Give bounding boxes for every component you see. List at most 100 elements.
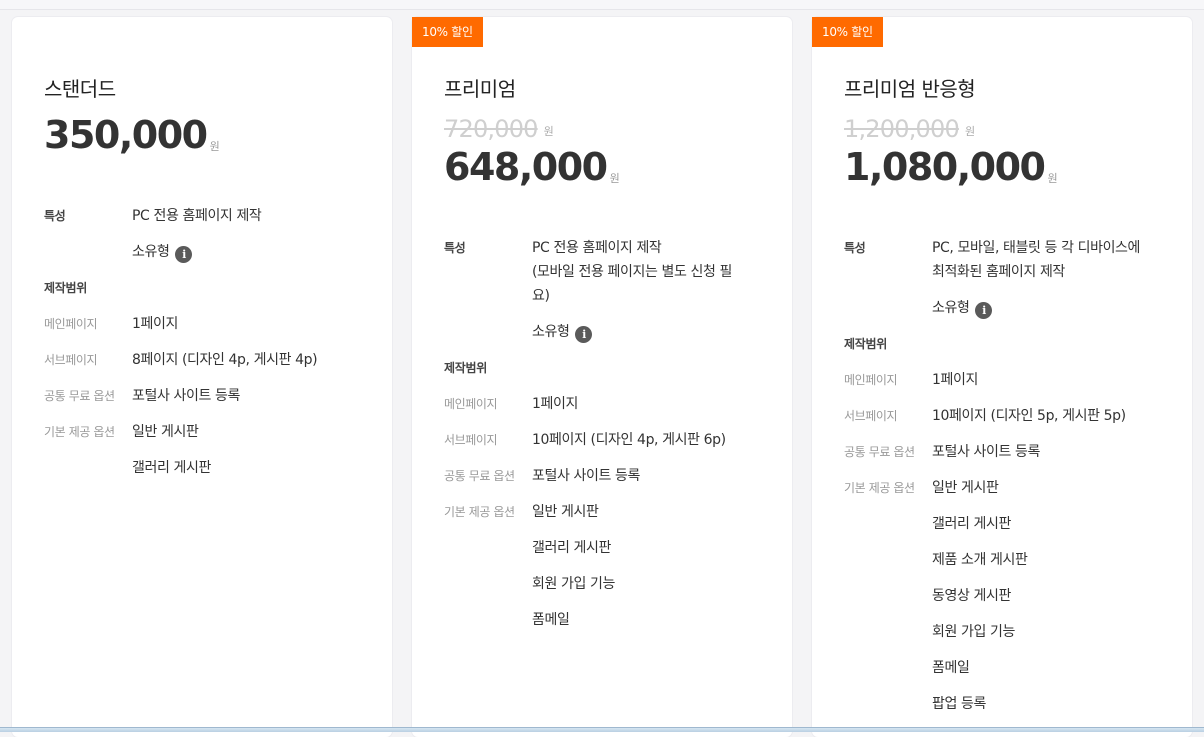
ownership-label: 소유형 [532,324,570,340]
feature-label: 특성 [44,209,66,223]
basic-option-value: 회원 가입 기능 [532,576,615,592]
window-bottom-edge [0,727,1204,732]
scope-heading: 제작범위 [44,281,87,295]
original-price: 720,000 원 [444,115,554,143]
feature-row: 특성 PC, 모바일, 태블릿 등 각 디바이스에 최적화된 홈페이지 제작 [844,236,1174,284]
basic-option-row: 기본 제공 옵션 일반 게시판 [844,476,1174,500]
common-option-value: 포털사 사이트 등록 [532,468,640,484]
plan-price: 648,000 원 [444,145,620,189]
main-page-row: 메인페이지 1페이지 [844,368,1174,392]
plan-details: 특성 PC, 모바일, 태블릿 등 각 디바이스에 최적화된 홈페이지 제작 소… [844,236,1174,728]
basic-option-row: 폼메일 [444,608,774,632]
main-page-row: 메인페이지 1페이지 [444,392,774,416]
ownership-row: 소유형 i [444,320,774,344]
info-icon[interactable]: i [575,326,593,343]
top-border [0,0,1204,10]
basic-option-row: 갤러리 게시판 [844,512,1174,536]
basic-option-value: 팝업 등록 [932,696,986,712]
basic-option-label: 기본 제공 옵션 [44,425,115,439]
common-option-label: 공통 무료 옵션 [844,445,915,459]
feature-line: 최적화된 홈페이지 제작 [932,264,1065,280]
ownership-label: 소유형 [932,300,970,316]
currency-label: 원 [209,140,220,153]
sub-page-label: 서브페이지 [844,409,898,423]
basic-option-row: 갤러리 게시판 [444,536,774,560]
plan-name: 프리미엄 반응형 [844,77,976,101]
main-page-label: 메인페이지 [844,373,898,387]
common-option-row: 공통 무료 옵션 포털사 사이트 등록 [44,384,374,408]
plan-card-standard: 스탠더드 350,000 원 특성 PC 전용 홈페이지 제작 소유형 i 제작범위… [12,17,392,737]
basic-option-value: 폼메일 [932,660,970,676]
info-icon[interactable]: i [975,302,993,319]
main-page-label: 메인페이지 [444,397,498,411]
sub-page-value: 10페이지 (디자인 4p, 게시판 6p) [532,432,726,448]
common-option-label: 공통 무료 옵션 [444,469,515,483]
basic-option-value: 일반 게시판 [532,504,599,520]
price-value: 1,080,000 [844,145,1046,189]
original-price-value: 720,000 [444,115,538,143]
basic-option-row: 동영상 게시판 [844,584,1174,608]
feature-value: PC, 모바일, 태블릿 등 각 디바이스에 최적화된 홈페이지 제작 [932,236,1174,284]
plan-name: 스탠더드 [44,77,116,101]
common-option-row: 공통 무료 옵션 포털사 사이트 등록 [444,464,774,488]
basic-option-value: 갤러리 게시판 [132,460,211,476]
feature-value: PC 전용 홈페이지 제작 (모바일 전용 페이지는 별도 신청 필 요) [532,236,774,308]
feature-row: 특성 PC 전용 홈페이지 제작 [44,204,374,228]
info-icon[interactable]: i [175,246,193,263]
ownership-row: 소유형 i [44,240,374,264]
main-page-value: 1페이지 [532,396,578,412]
currency-label: 원 [964,125,975,138]
sub-page-value: 10페이지 (디자인 5p, 게시판 5p) [932,408,1126,424]
main-page-value: 1페이지 [132,316,178,332]
common-option-row: 공통 무료 옵션 포털사 사이트 등록 [844,440,1174,464]
plan-details: 특성 PC 전용 홈페이지 제작 (모바일 전용 페이지는 별도 신청 필 요)… [444,236,774,644]
feature-line: PC 전용 홈페이지 제작 [532,240,662,256]
scope-heading: 제작범위 [844,337,887,351]
sub-page-value: 8페이지 (디자인 4p, 게시판 4p) [132,352,318,368]
sub-page-row: 서브페이지 10페이지 (디자인 4p, 게시판 6p) [444,428,774,452]
basic-option-value: 갤러리 게시판 [932,516,1011,532]
price-value: 648,000 [444,145,608,189]
original-price: 1,200,000 원 [844,115,975,143]
feature-label: 특성 [844,241,866,255]
basic-option-row: 기본 제공 옵션 일반 게시판 [444,500,774,524]
sub-page-label: 서브페이지 [444,433,498,447]
basic-option-value: 제품 소개 게시판 [932,552,1028,568]
basic-option-row: 갤러리 게시판 [44,456,374,480]
ownership-label: 소유형 [132,244,170,260]
plan-card-premium: 10% 할인 프리미엄 720,000 원 648,000 원 특성 PC 전용 홈… [412,17,792,737]
sub-page-row: 서브페이지 10페이지 (디자인 5p, 게시판 5p) [844,404,1174,428]
original-price-value: 1,200,000 [844,115,960,143]
feature-row: 특성 PC 전용 홈페이지 제작 (모바일 전용 페이지는 별도 신청 필 요) [444,236,774,308]
currency-label: 원 [543,125,554,138]
basic-option-label: 기본 제공 옵션 [844,481,915,495]
feature-value: PC 전용 홈페이지 제작 [132,208,262,224]
common-option-label: 공통 무료 옵션 [44,389,115,403]
basic-option-value: 일반 게시판 [132,424,199,440]
feature-label: 특성 [444,241,466,255]
feature-line: 요) [532,288,550,304]
feature-line: PC, 모바일, 태블릿 등 각 디바이스에 [932,240,1141,256]
basic-option-value: 폼메일 [532,612,570,628]
discount-badge: 10% 할인 [412,17,483,47]
basic-option-value: 동영상 게시판 [932,588,1011,604]
scope-heading: 제작범위 [444,361,487,375]
basic-option-value: 갤러리 게시판 [532,540,611,556]
main-page-label: 메인페이지 [44,317,98,331]
plan-details: 특성 PC 전용 홈페이지 제작 소유형 i 제작범위 메인페이지 1페이지 서브… [44,204,374,492]
basic-option-value: 일반 게시판 [932,480,999,496]
basic-option-label: 기본 제공 옵션 [444,505,515,519]
basic-option-row: 회원 가입 기능 [844,620,1174,644]
basic-option-value: 회원 가입 기능 [932,624,1015,640]
basic-option-row: 팝업 등록 [844,692,1174,716]
basic-option-row: 기본 제공 옵션 일반 게시판 [44,420,374,444]
feature-line: (모바일 전용 페이지는 별도 신청 필 [532,264,733,280]
plan-name: 프리미엄 [444,77,516,101]
common-option-value: 포털사 사이트 등록 [132,388,240,404]
ownership-row: 소유형 i [844,296,1174,320]
sub-page-row: 서브페이지 8페이지 (디자인 4p, 게시판 4p) [44,348,374,372]
main-page-row: 메인페이지 1페이지 [44,312,374,336]
plan-card-premium-responsive: 10% 할인 프리미엄 반응형 1,200,000 원 1,080,000 원 특성… [812,17,1192,737]
common-option-value: 포털사 사이트 등록 [932,444,1040,460]
currency-label: 원 [1047,172,1058,185]
